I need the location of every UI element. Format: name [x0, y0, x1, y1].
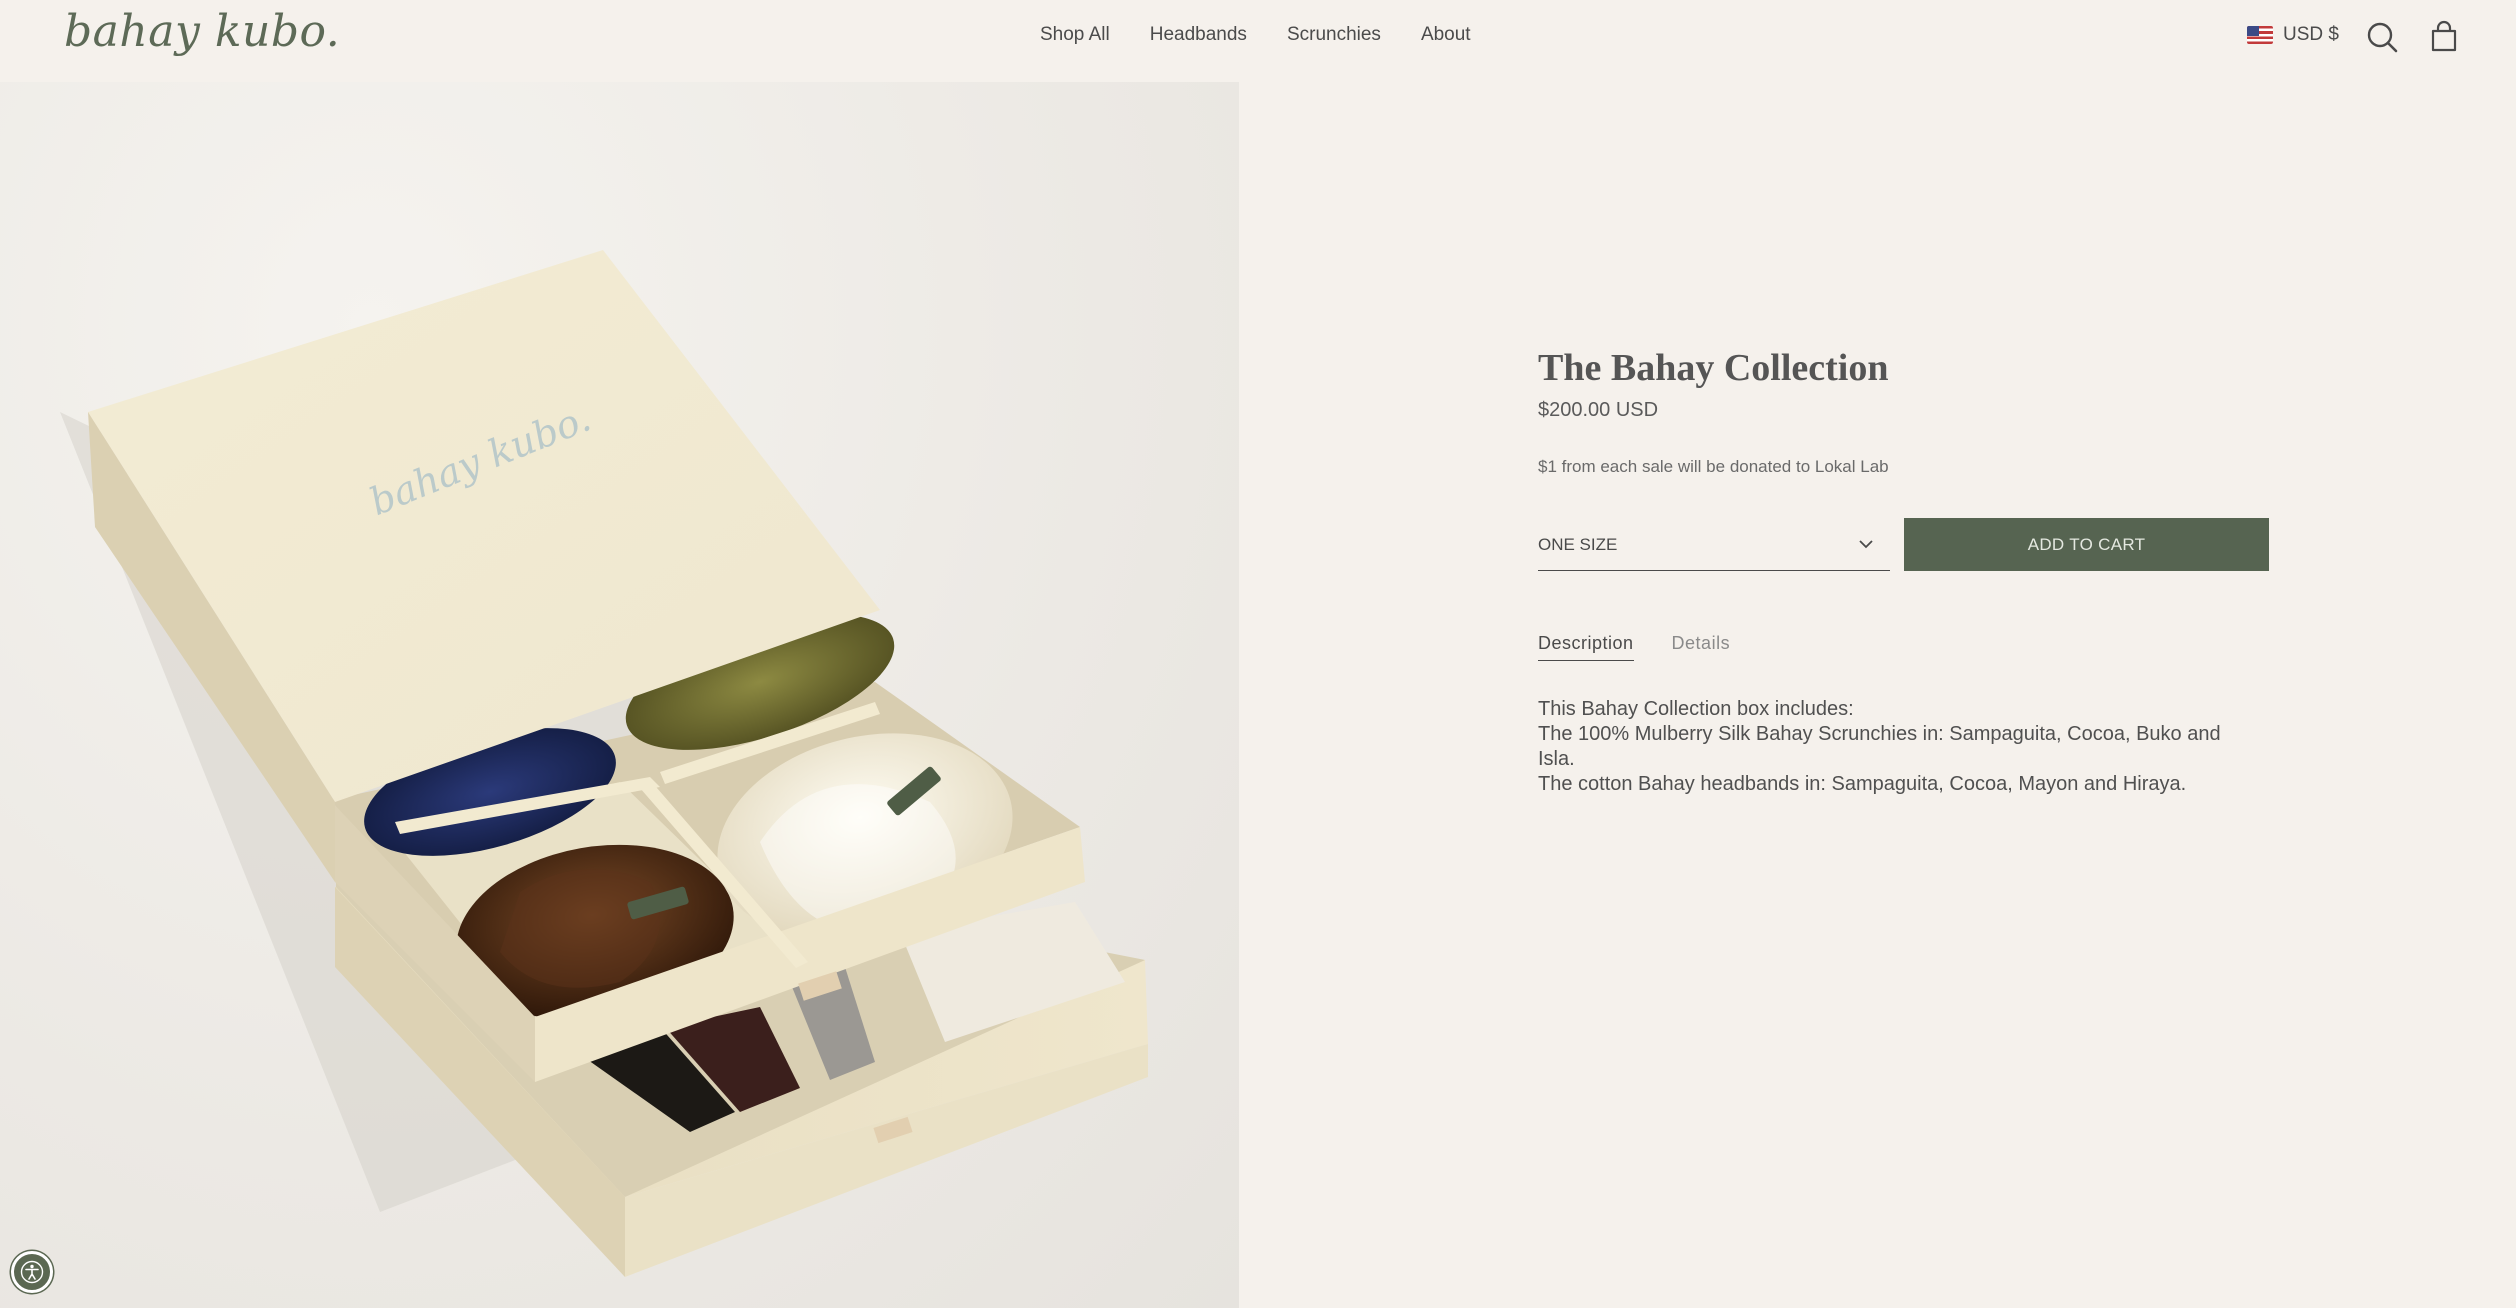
us-flag-icon	[2247, 26, 2273, 44]
accessibility-button[interactable]	[11, 1251, 53, 1293]
nav-scrunchies[interactable]: Scrunchies	[1287, 24, 1381, 46]
tab-description[interactable]: Description	[1538, 633, 1634, 661]
cart-button[interactable]	[2427, 20, 2461, 54]
search-icon	[2367, 22, 2398, 53]
nav-shop-all[interactable]: Shop All	[1040, 24, 1110, 46]
currency-label: USD $	[2283, 24, 2339, 45]
product-price: $200.00 USD	[1538, 399, 1659, 421]
description-line: The 100% Mulberry Silk Bahay Scrunchies …	[1538, 723, 2221, 770]
accessibility-icon	[20, 1260, 44, 1284]
nav-about[interactable]: About	[1421, 24, 1471, 46]
gift-box-illustration: bahay kubo.	[60, 250, 1148, 1277]
description-line: This Bahay Collection box includes:	[1538, 698, 1854, 720]
main-nav: Shop All Headbands Scrunchies About	[1040, 24, 1511, 46]
size-select[interactable]: ONE SIZE	[1538, 518, 1890, 571]
product-description: This Bahay Collection box includes: The …	[1538, 697, 2238, 797]
search-button[interactable]	[2365, 20, 2399, 54]
nav-headbands[interactable]: Headbands	[1150, 24, 1247, 46]
chevron-down-icon	[1859, 540, 1873, 549]
add-to-cart-button[interactable]: ADD TO CART	[1904, 518, 2269, 571]
tab-details[interactable]: Details	[1672, 633, 1731, 661]
site-header: bahay kubo. Shop All Headbands Scrunchie…	[0, 0, 2516, 82]
size-select-value: ONE SIZE	[1538, 535, 1618, 554]
description-line: The cotton Bahay headbands in: Sampaguit…	[1538, 773, 2187, 795]
bag-icon	[2431, 20, 2457, 52]
currency-selector[interactable]: USD $	[2247, 24, 2339, 46]
product-title: The Bahay Collection	[1538, 347, 1889, 389]
product-image[interactable]: bahay kubo.	[0, 82, 1239, 1308]
site-logo[interactable]: bahay kubo.	[64, 6, 340, 57]
donation-note: $1 from each sale will be donated to Lok…	[1538, 457, 1889, 476]
product-tabs: Description Details	[1538, 633, 1768, 661]
